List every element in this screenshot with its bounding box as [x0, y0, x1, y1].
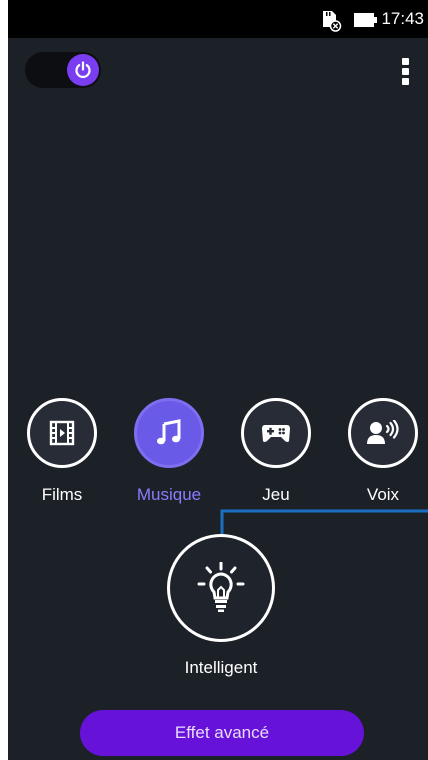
- mode-films-circle[interactable]: [27, 398, 97, 468]
- status-bar: 17:43: [8, 0, 428, 38]
- advanced-effect-button[interactable]: Effet avancé: [80, 710, 364, 756]
- battery-icon: [354, 13, 377, 27]
- mode-jeu-label: Jeu: [262, 485, 290, 504]
- mode-voix-button[interactable]: Voix: [333, 398, 428, 505]
- power-knob[interactable]: [67, 54, 99, 86]
- more-options-menu[interactable]: [396, 56, 416, 88]
- mode-musique-circle[interactable]: [134, 398, 204, 468]
- intelligent-label: Intelligent: [184, 658, 258, 677]
- power-icon: [75, 61, 91, 79]
- mode-voix-circle[interactable]: [348, 398, 418, 468]
- screen: 17:43 Films Musique Jeu Voix Intelligent…: [0, 0, 428, 760]
- mode-musique-button[interactable]: Musique: [119, 398, 219, 505]
- menu-dot: [402, 68, 409, 75]
- mode-voix-label: Voix: [366, 485, 400, 504]
- voice-icon: [367, 420, 399, 444]
- music-note-icon: [157, 419, 181, 445]
- film-icon: [49, 420, 75, 446]
- power-toggle[interactable]: [25, 52, 101, 88]
- lightbulb-icon: [197, 562, 245, 612]
- mode-films-button[interactable]: Films: [12, 398, 112, 505]
- mode-jeu-button[interactable]: Jeu: [226, 398, 326, 505]
- mode-connector-line: [218, 509, 428, 542]
- mode-films-label: Films: [41, 485, 83, 504]
- audio-wizard-app: 17:43 Films Musique Jeu Voix Intelligent…: [8, 0, 428, 760]
- intelligent-mode-button[interactable]: Intelligent: [167, 534, 275, 677]
- mode-musique-label: Musique: [136, 485, 202, 504]
- gamepad-icon: [262, 425, 290, 442]
- menu-dot: [402, 78, 409, 85]
- sd-card-removed-icon: [323, 11, 342, 32]
- status-time: 17:43: [381, 9, 424, 28]
- menu-dot: [402, 58, 409, 65]
- intelligent-circle[interactable]: [167, 534, 275, 642]
- mode-jeu-circle[interactable]: [241, 398, 311, 468]
